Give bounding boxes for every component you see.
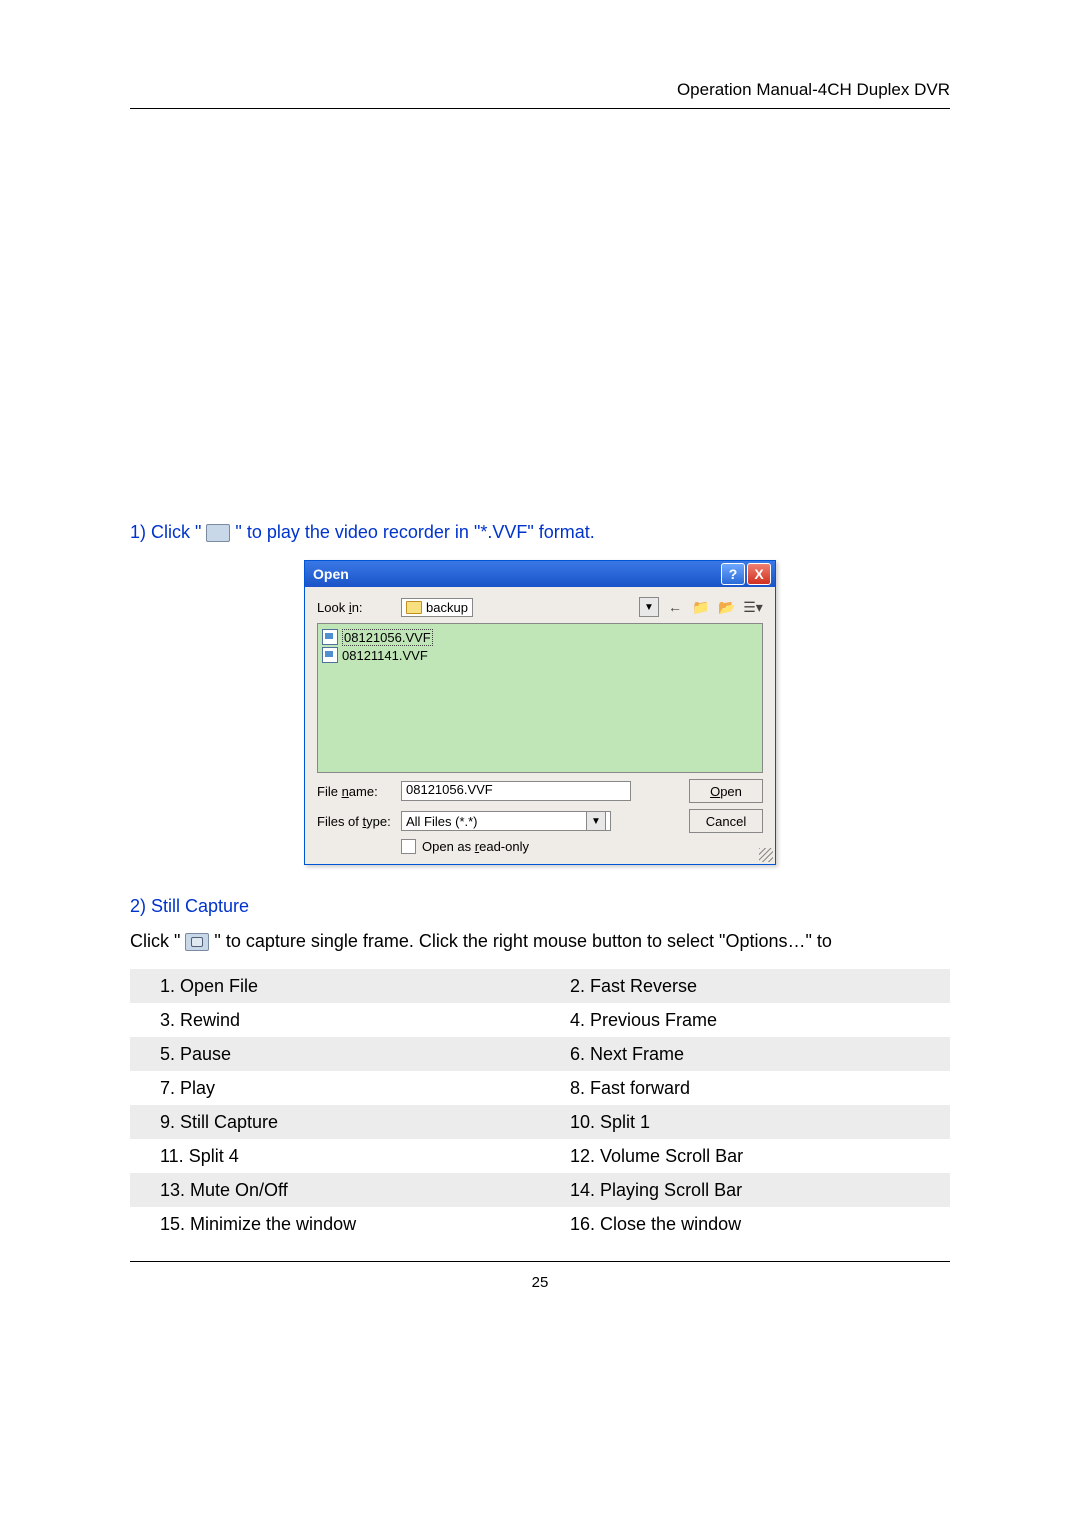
view-menu-icon[interactable]: ☰▾ <box>743 598 763 616</box>
file-item-selected[interactable]: 08121056.VVF <box>322 628 758 646</box>
lookin-folder: backup <box>426 600 468 615</box>
legend-cell: 7. Play <box>130 1071 540 1105</box>
file-item[interactable]: 08121141.VVF <box>322 646 758 664</box>
dialog-title: Open <box>313 566 349 582</box>
step2-heading: 2) Still Capture <box>130 893 950 920</box>
step1-suffix: " to play the video recorder in "*.VVF" … <box>235 522 594 542</box>
legend-cell: 13. Mute On/Off <box>130 1173 540 1207</box>
capture-suffix: " to capture single frame. Click the rig… <box>214 931 831 951</box>
legend-cell: 2. Fast Reverse <box>540 969 950 1003</box>
help-button[interactable]: ? <box>721 563 745 585</box>
file-name: 08121056.VVF <box>342 629 433 646</box>
page-header: Operation Manual-4CH Duplex DVR <box>130 80 950 109</box>
legend-cell: 10. Split 1 <box>540 1105 950 1139</box>
legend-cell: 14. Playing Scroll Bar <box>540 1173 950 1207</box>
legend-cell: 4. Previous Frame <box>540 1003 950 1037</box>
lookin-dropdown-arrow[interactable]: ▼ <box>639 597 659 617</box>
dialog-toolbar: ▼ ← 📁 📂 ☰▾ <box>639 597 763 617</box>
open-file-icon <box>206 524 230 542</box>
legend-cell: 16. Close the window <box>540 1207 950 1241</box>
step1-text: 1) Click " " to play the video recorder … <box>130 519 950 546</box>
table-row: 3. Rewind 4. Previous Frame <box>130 1003 950 1037</box>
close-button[interactable]: X <box>747 563 771 585</box>
filename-label: File name: <box>317 784 395 799</box>
cancel-button[interactable]: Cancel <box>689 809 763 833</box>
file-list[interactable]: 08121056.VVF 08121141.VVF <box>317 623 763 773</box>
readonly-label: Open as read-only <box>422 839 529 854</box>
new-folder-icon[interactable]: 📂 <box>717 598 737 616</box>
filetype-row: Files of type: All Files (*.*) ▼ Cancel <box>317 809 763 833</box>
open-button[interactable]: Open <box>689 779 763 803</box>
folder-icon <box>406 601 422 614</box>
filetype-arrow-icon[interactable]: ▼ <box>586 811 606 831</box>
legend-cell: 9. Still Capture <box>130 1105 540 1139</box>
resize-grip-icon[interactable] <box>759 848 773 862</box>
footer-rule <box>130 1261 950 1262</box>
up-folder-icon[interactable]: 📁 <box>691 598 711 616</box>
filetype-label: Files of type: <box>317 814 395 829</box>
dialog-body: Look in: backup ▼ ← 📁 📂 ☰▾ 08121056.VVF <box>305 587 775 864</box>
filename-input[interactable]: 08121056.VVF <box>401 781 631 801</box>
file-icon <box>322 647 338 663</box>
filename-row: File name: 08121056.VVF Open <box>317 779 763 803</box>
readonly-row: Open as read-only <box>401 839 763 854</box>
file-name: 08121141.VVF <box>342 648 428 663</box>
back-icon[interactable]: ← <box>665 598 685 616</box>
table-row: 1. Open File 2. Fast Reverse <box>130 969 950 1003</box>
capture-instruction: Click " " to capture single frame. Click… <box>130 928 950 955</box>
file-icon <box>322 629 338 645</box>
legend-cell: 12. Volume Scroll Bar <box>540 1139 950 1173</box>
readonly-checkbox[interactable] <box>401 839 416 854</box>
page-number: 25 <box>130 1274 950 1291</box>
filetype-dropdown[interactable]: All Files (*.*) ▼ <box>401 811 611 831</box>
camera-icon <box>185 933 209 951</box>
legend-cell: 8. Fast forward <box>540 1071 950 1105</box>
capture-prefix: Click " <box>130 931 180 951</box>
table-row: 11. Split 4 12. Volume Scroll Bar <box>130 1139 950 1173</box>
table-row: 5. Pause 6. Next Frame <box>130 1037 950 1071</box>
lookin-label: Look in: <box>317 600 395 615</box>
table-row: 13. Mute On/Off 14. Playing Scroll Bar <box>130 1173 950 1207</box>
table-row: 9. Still Capture 10. Split 1 <box>130 1105 950 1139</box>
legend-cell: 15. Minimize the window <box>130 1207 540 1241</box>
table-row: 15. Minimize the window 16. Close the wi… <box>130 1207 950 1241</box>
step1-prefix: 1) Click " <box>130 522 206 542</box>
lookin-dropdown[interactable]: backup <box>401 598 473 617</box>
legend-cell: 1. Open File <box>130 969 540 1003</box>
legend-cell: 5. Pause <box>130 1037 540 1071</box>
legend-table: 1. Open File 2. Fast Reverse 3. Rewind 4… <box>130 969 950 1241</box>
open-dialog: Open ? X Look in: backup ▼ ← 📁 📂 ☰▾ <box>304 560 776 865</box>
lookin-row: Look in: backup ▼ ← 📁 📂 ☰▾ <box>317 597 763 617</box>
legend-cell: 6. Next Frame <box>540 1037 950 1071</box>
legend-cell: 11. Split 4 <box>130 1139 540 1173</box>
legend-cell: 3. Rewind <box>130 1003 540 1037</box>
dialog-titlebar: Open ? X <box>305 561 775 587</box>
titlebar-buttons: ? X <box>721 563 771 585</box>
table-row: 7. Play 8. Fast forward <box>130 1071 950 1105</box>
